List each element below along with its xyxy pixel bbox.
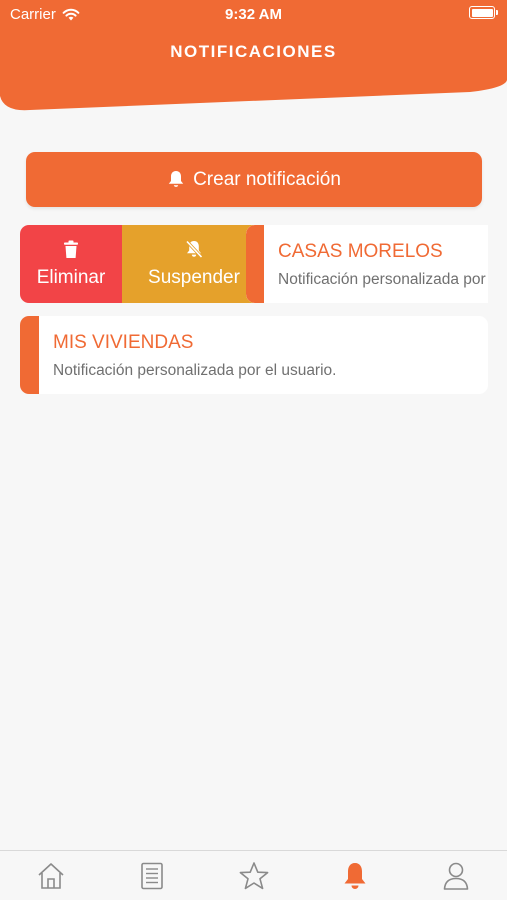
- bell-slash-icon: [185, 240, 203, 259]
- status-bar: Carrier 9:32 AM: [0, 0, 507, 28]
- tab-bar: [0, 850, 507, 900]
- notification-title: CASAS MORELOS: [278, 241, 443, 262]
- delete-button[interactable]: Eliminar: [20, 225, 122, 303]
- bell-icon: [168, 171, 184, 187]
- suspend-button[interactable]: Suspender: [122, 225, 266, 303]
- battery-icon: [469, 6, 498, 19]
- notification-subtitle: Notificación personalizada por el usuari…: [53, 362, 337, 379]
- tab-profile[interactable]: [406, 851, 507, 900]
- clock: 9:32 AM: [225, 6, 282, 23]
- home-icon: [38, 862, 64, 889]
- trash-icon: [64, 240, 78, 258]
- create-notification-button[interactable]: Crear notificación: [26, 152, 482, 207]
- notification-subtitle: Notificación personalizada por el usuari…: [278, 271, 488, 288]
- page-title: NOTIFICACIONES: [170, 42, 337, 61]
- star-icon: [239, 861, 268, 889]
- card-accent-bar: [20, 316, 39, 394]
- user-icon: [444, 862, 469, 890]
- tab-listings[interactable]: [101, 851, 202, 900]
- delete-label: Eliminar: [36, 266, 106, 288]
- notification-title: MIS VIVIENDAS: [53, 332, 194, 353]
- bell-icon: [344, 862, 366, 889]
- create-notification-label: Crear notificación: [193, 168, 341, 190]
- document-icon: [141, 862, 163, 889]
- tab-favorites[interactable]: [203, 851, 304, 900]
- notification-card[interactable]: CASAS MORELOS Notificación personalizada…: [246, 225, 488, 303]
- suspend-label: Suspender: [148, 267, 240, 288]
- swiped-notification-row[interactable]: Eliminar Suspender CASAS MORELOS Notific…: [20, 225, 488, 303]
- tab-home[interactable]: [0, 851, 101, 900]
- notification-card[interactable]: MIS VIVIENDAS Notificación personalizada…: [20, 316, 488, 394]
- tab-notifications[interactable]: [304, 851, 405, 900]
- card-accent-bar: [246, 225, 264, 303]
